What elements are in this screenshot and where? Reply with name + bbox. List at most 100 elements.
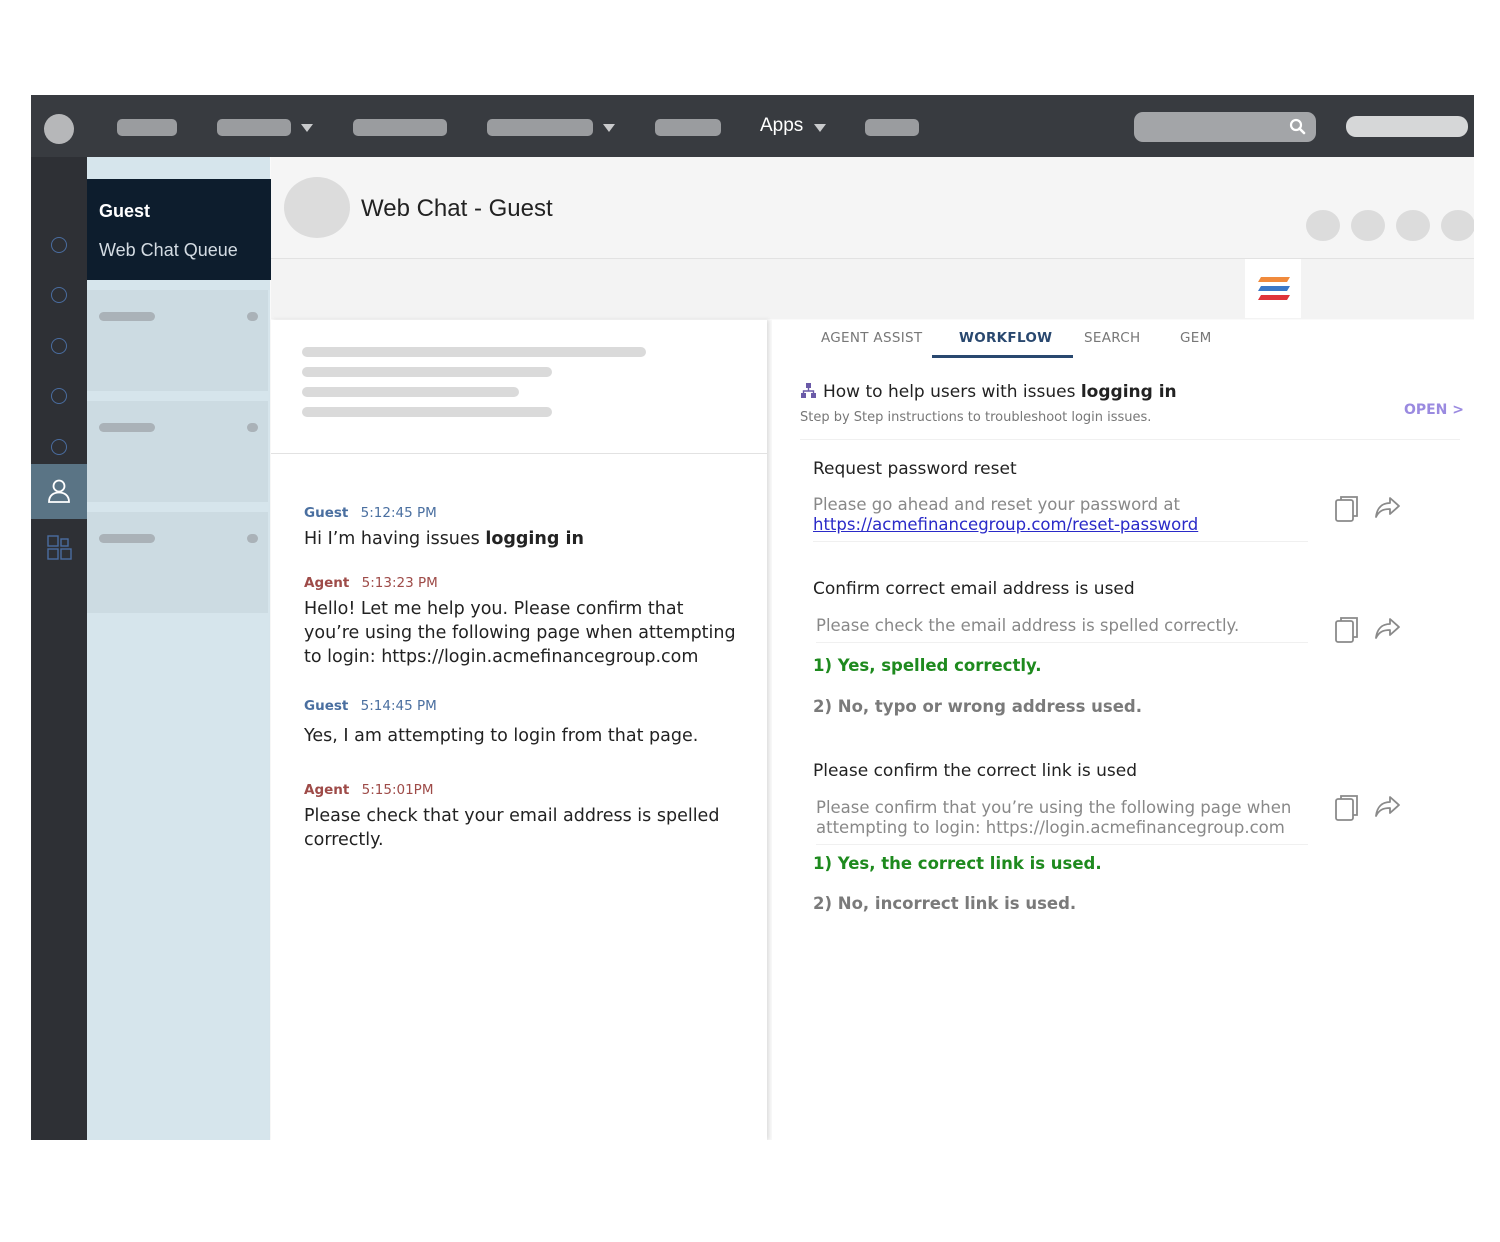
copy-icon[interactable] — [1333, 615, 1361, 645]
toolbar-action-4[interactable] — [1441, 210, 1474, 241]
skeleton-line — [302, 347, 646, 357]
nav-item-6[interactable] — [865, 119, 919, 136]
message-text-plain: Hi I’m having issues — [304, 529, 486, 549]
step-suggested-text: Please confirm that you’re using the fol… — [816, 798, 1308, 845]
queue-item[interactable] — [87, 512, 268, 613]
message-time: 5:15:01PM — [361, 782, 434, 798]
brand-logo-button[interactable] — [1245, 259, 1301, 318]
share-icon[interactable] — [1374, 492, 1402, 522]
message-meta: Guest 5:14:45 PM — [304, 698, 744, 714]
nav-logo-avatar[interactable] — [44, 114, 74, 144]
queue-item-placeholder — [99, 534, 155, 543]
nav-item-5[interactable] — [655, 119, 721, 136]
chat-message: Guest 5:14:45 PM Yes, I am attempting to… — [304, 698, 744, 748]
option-no[interactable]: 2) No, incorrect link is used. — [813, 894, 1076, 913]
avatar — [284, 177, 350, 238]
queue-item-placeholder — [99, 423, 155, 432]
copy-icon[interactable] — [1333, 494, 1361, 524]
user-menu[interactable] — [1346, 116, 1468, 137]
message-text: Please check that your email address is … — [304, 806, 720, 850]
queue-item-active[interactable]: Guest Web Chat Queue — [87, 179, 271, 280]
nav-item-3[interactable] — [353, 119, 447, 136]
search-input[interactable] — [1134, 112, 1316, 142]
skeleton-line — [302, 387, 519, 397]
copy-icon[interactable] — [1333, 793, 1361, 823]
message-meta: Guest 5:12:45 PM — [304, 505, 744, 521]
conversation-queue: Guest Web Chat Queue — [87, 157, 271, 1140]
share-icon[interactable] — [1374, 613, 1402, 643]
message-text: Yes, I am attempting to login from that … — [304, 726, 699, 746]
message-meta: Agent 5:15:01PM — [304, 782, 744, 798]
queue-item[interactable] — [87, 290, 268, 391]
queue-item-queue: Web Chat Queue — [99, 240, 238, 260]
caret-down-icon[interactable] — [814, 124, 826, 132]
option-yes[interactable]: 1) Yes, the correct link is used. — [813, 854, 1102, 873]
toolbar-action-2[interactable] — [1351, 210, 1385, 241]
apps-icon[interactable] — [47, 535, 73, 561]
skeleton-line — [302, 367, 552, 377]
workflow-header: How to help users with issues logging in… — [800, 382, 1460, 440]
queue-item-indicator — [247, 534, 258, 543]
queue-item[interactable] — [87, 401, 268, 502]
conversation-header: Web Chat - Guest — [271, 157, 1474, 259]
nav-item-4[interactable] — [487, 119, 593, 136]
step-title: Request password reset — [813, 459, 1017, 479]
step-text: Please go ahead and reset your password … — [813, 495, 1180, 514]
tab-workflow[interactable]: WORKFLOW — [959, 330, 1052, 346]
queue-item-indicator — [247, 312, 258, 321]
message-sender: Agent — [304, 575, 350, 591]
toolbar-action-3[interactable] — [1396, 210, 1430, 241]
nav-apps-menu[interactable]: Apps — [760, 115, 803, 137]
tab-gem[interactable]: GEM — [1180, 330, 1212, 346]
chat-message: Guest 5:12:45 PM Hi I’m having issues lo… — [304, 505, 744, 551]
reset-password-link[interactable]: https://acmefinancegroup.com/reset-passw… — [813, 515, 1198, 534]
share-icon[interactable] — [1374, 791, 1402, 821]
tab-search[interactable]: SEARCH — [1084, 330, 1140, 346]
rail-item-3[interactable] — [51, 338, 67, 354]
app-window: Apps Guest Web Chat Queue Web Chat - Gue… — [31, 95, 1474, 1140]
brand-logo-icon — [1258, 277, 1290, 300]
chat-message: Agent 5:15:01PM Please check that your e… — [304, 782, 744, 852]
queue-item-name: Guest — [99, 201, 151, 221]
rail-item-2[interactable] — [51, 287, 67, 303]
option-yes[interactable]: 1) Yes, spelled correctly. — [813, 656, 1042, 675]
chat-message: Agent 5:13:23 PM Hello! Let me help you.… — [304, 575, 744, 669]
toolbar-action-1[interactable] — [1306, 210, 1340, 241]
step-suggested-text: Please go ahead and reset your password … — [813, 495, 1308, 542]
chat-summary-placeholder — [271, 320, 767, 454]
rail-item-4[interactable] — [51, 388, 67, 404]
rail-item-1[interactable] — [51, 237, 67, 253]
top-nav: Apps — [31, 95, 1474, 157]
workflow-title-bold: logging in — [1080, 382, 1177, 402]
chat-transcript: Guest 5:12:45 PM Hi I’m having issues lo… — [271, 320, 767, 1140]
nav-apps-label: Apps — [760, 115, 804, 136]
caret-down-icon[interactable] — [301, 124, 313, 132]
tab-agent-assist[interactable]: AGENT ASSIST — [821, 330, 922, 346]
message-time: 5:13:23 PM — [361, 575, 438, 591]
workflow-subtitle: Step by Step instructions to troubleshoo… — [800, 410, 1152, 425]
left-rail — [31, 157, 87, 1140]
page-title: Web Chat - Guest — [361, 195, 553, 222]
message-sender: Agent — [304, 782, 350, 798]
search-icon[interactable] — [1289, 118, 1307, 136]
message-time: 5:14:45 PM — [360, 698, 437, 714]
rail-item-contacts[interactable] — [31, 464, 87, 519]
open-workflow-link[interactable]: OPEN > — [1404, 402, 1464, 418]
rail-item-5[interactable] — [51, 439, 67, 455]
message-sender: Guest — [304, 698, 349, 714]
message-sender: Guest — [304, 505, 349, 521]
message-text: Hello! Let me help you. Please confirm t… — [304, 599, 736, 667]
queue-item-placeholder — [99, 312, 155, 321]
workflow-icon — [801, 383, 816, 398]
message-time: 5:12:45 PM — [360, 505, 437, 521]
agent-assist-panel: AGENT ASSIST WORKFLOW SEARCH GEM How to … — [772, 320, 1474, 1140]
active-tab-indicator — [932, 355, 1073, 358]
toolbar — [271, 259, 1474, 319]
option-no[interactable]: 2) No, typo or wrong address used. — [813, 697, 1142, 716]
step-title: Please confirm the correct link is used — [813, 761, 1138, 781]
nav-item-2[interactable] — [217, 119, 291, 136]
caret-down-icon[interactable] — [603, 124, 615, 132]
message-text-bold: logging in — [485, 529, 584, 549]
nav-item-1[interactable] — [117, 119, 177, 136]
workflow-title: How to help users with issues logging in — [800, 382, 1460, 402]
